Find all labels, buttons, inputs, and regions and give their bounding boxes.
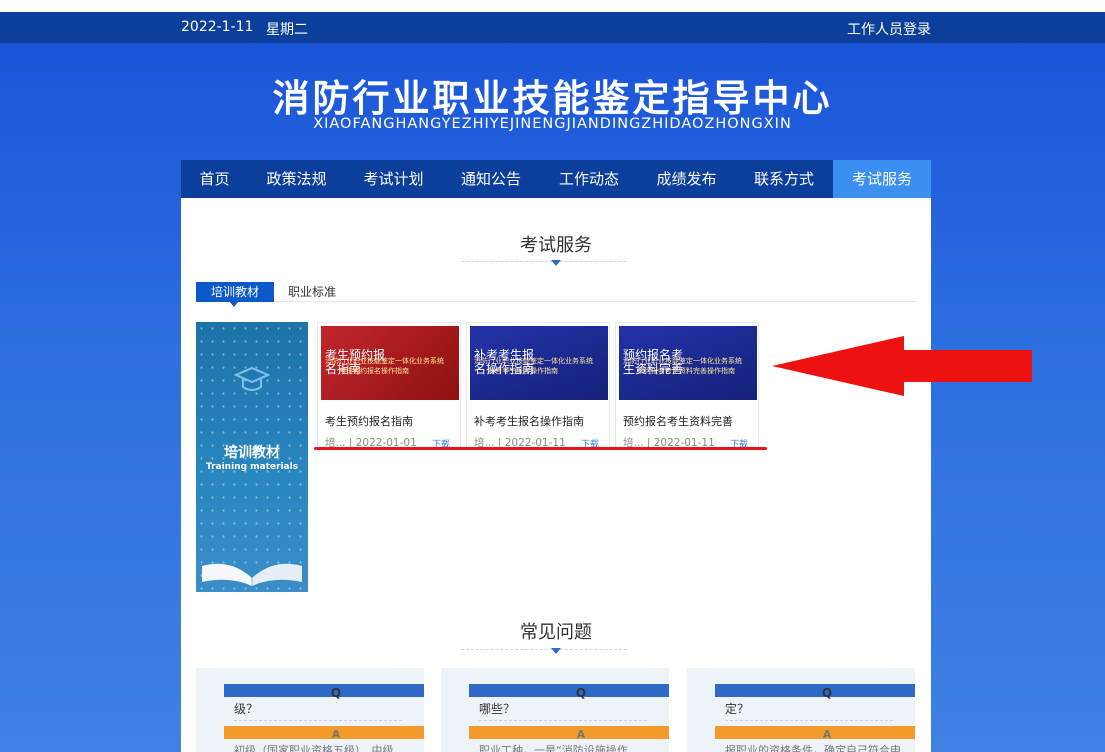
thumb-caption: 补考考生报名操作指南 <box>488 367 558 375</box>
title-triangle-icon <box>551 260 561 266</box>
nav-item-results[interactable]: 成绩发布 <box>638 160 735 198</box>
faq-question[interactable]: Q 消防行业职业技能鉴定范围包括哪些？ <box>455 682 669 718</box>
graduation-cap-icon <box>234 366 270 391</box>
content-panel: 考试服务 培训教材 职业标准 培训教材 Training materials 消… <box>181 198 931 752</box>
faq-triangle-icon <box>551 648 561 654</box>
card-name[interactable]: 预约报名考生资料完善 <box>623 413 733 429</box>
red-arrow-annotation <box>772 336 1032 396</box>
nav-item-notices[interactable]: 通知公告 <box>442 160 540 198</box>
faq-answer: A 国家职业资格证书分为五个等级，即初级（国家职业资格五级）、中级（国家 <box>210 724 424 752</box>
faq-separator <box>234 720 402 721</box>
faq-question[interactable]: Q 如何报考消防行业职业技能鉴定？ <box>701 682 915 718</box>
card-name[interactable]: 补考考生报名操作指南 <box>474 413 584 429</box>
faq-card[interactable]: Q 如何报考消防行业职业技能鉴定？ A 申报职业技能鉴定，首先要根据所申报职业的… <box>687 668 915 752</box>
current-date: 2022-1-11 <box>181 19 254 35</box>
card-thumbnail: 消防行业职业技能鉴定一体化业务系统 考生预约报名指南 考生预约报名操作指南 <box>321 326 459 400</box>
staff-login-link[interactable]: 工作人员登录 <box>847 19 931 39</box>
nav-item-exam-plan[interactable]: 考试计划 <box>345 160 442 198</box>
nav-item-home[interactable]: 首页 <box>181 160 248 198</box>
training-materials-banner: 培训教材 Training materials <box>196 322 308 592</box>
question-badge-icon: Q <box>224 684 424 700</box>
thumb-caption: 预约报名考生资料完善操作指南 <box>637 367 735 375</box>
faq-separator <box>725 720 893 721</box>
nav-item-contact[interactable]: 联系方式 <box>735 160 833 198</box>
open-book-icon <box>202 563 302 586</box>
answer-badge-icon: A <box>224 726 424 741</box>
faq-card[interactable]: Q 消防行业职业技能鉴定范围包括哪些？ A 消防行业职业技能鉴定范围包括2个职业… <box>441 668 669 752</box>
banner-title-cn: 培训教材 <box>224 445 280 461</box>
material-card[interactable]: 消防行业职业技能鉴定一体化业务系统 预约报名考生资料完善 预约报名考生资料完善操… <box>615 322 759 450</box>
exam-service-title: 考试服务 <box>520 235 592 256</box>
card-thumbnail: 消防行业职业技能鉴定一体化业务系统 预约报名考生资料完善 预约报名考生资料完善操… <box>619 326 757 400</box>
card-name[interactable]: 考生预约报名指南 <box>325 413 413 429</box>
banner-title-en: Training materials <box>205 462 299 472</box>
faq-divider <box>461 649 627 650</box>
thumb-caption: 考生预约报名操作指南 <box>339 367 409 375</box>
faq-card[interactable]: Q 国家职业资格证书分为几个等级？ A 国家职业资格证书分为五个等级，即初级（国… <box>196 668 424 752</box>
top-bar: 2022-1-11 星期二 工作人员登录 <box>0 12 1105 43</box>
title-divider <box>461 261 627 262</box>
main-nav: 首页 政策法规 考试计划 通知公告 工作动态 成绩发布 联系方式 考试服务 <box>181 160 931 198</box>
red-underline-annotation <box>314 447 767 450</box>
window-top-strip <box>0 0 1105 12</box>
tab-training-materials[interactable]: 培训教材 <box>196 282 274 307</box>
material-tabs: 培训教材 职业标准 <box>196 282 916 307</box>
nav-item-work-news[interactable]: 工作动态 <box>540 160 638 198</box>
question-badge-icon: Q <box>469 684 669 700</box>
faq-answer: A 消防行业职业技能鉴定范围包括2个职业工种，一是“消防设施操作员”，一 <box>455 724 669 752</box>
faq-title: 常见问题 <box>520 622 592 643</box>
answer-badge-icon: A <box>469 726 669 741</box>
tab-occupational-standards[interactable]: 职业标准 <box>288 282 336 302</box>
faq-question[interactable]: Q 国家职业资格证书分为几个等级？ <box>210 682 424 718</box>
material-card[interactable]: 消防行业职业技能鉴定一体化业务系统 补考考生报名操作指南 补考考生报名操作指南 … <box>466 322 610 450</box>
faq-separator <box>479 720 647 721</box>
question-badge-icon: Q <box>715 684 915 700</box>
faq-answer: A 申报职业技能鉴定，首先要根据所申报职业的资格条件，确定自己符合申报资 <box>701 724 915 752</box>
site-subtitle: XIAOFANGHANGYEZHIYEJINENGJIANDINGZHIDAOZ… <box>313 116 792 132</box>
current-weekday: 星期二 <box>266 22 308 38</box>
nav-item-policy[interactable]: 政策法规 <box>248 160 345 198</box>
site-title: 消防行业职业技能鉴定指导中心 <box>272 77 833 120</box>
nav-item-exam-service[interactable]: 考试服务 <box>833 160 931 198</box>
card-thumbnail: 消防行业职业技能鉴定一体化业务系统 补考考生报名操作指南 补考考生报名操作指南 <box>470 326 608 400</box>
material-card[interactable]: 消防行业职业技能鉴定一体化业务系统 考生预约报名指南 考生预约报名操作指南 考生… <box>317 322 461 450</box>
answer-badge-icon: A <box>715 726 915 741</box>
